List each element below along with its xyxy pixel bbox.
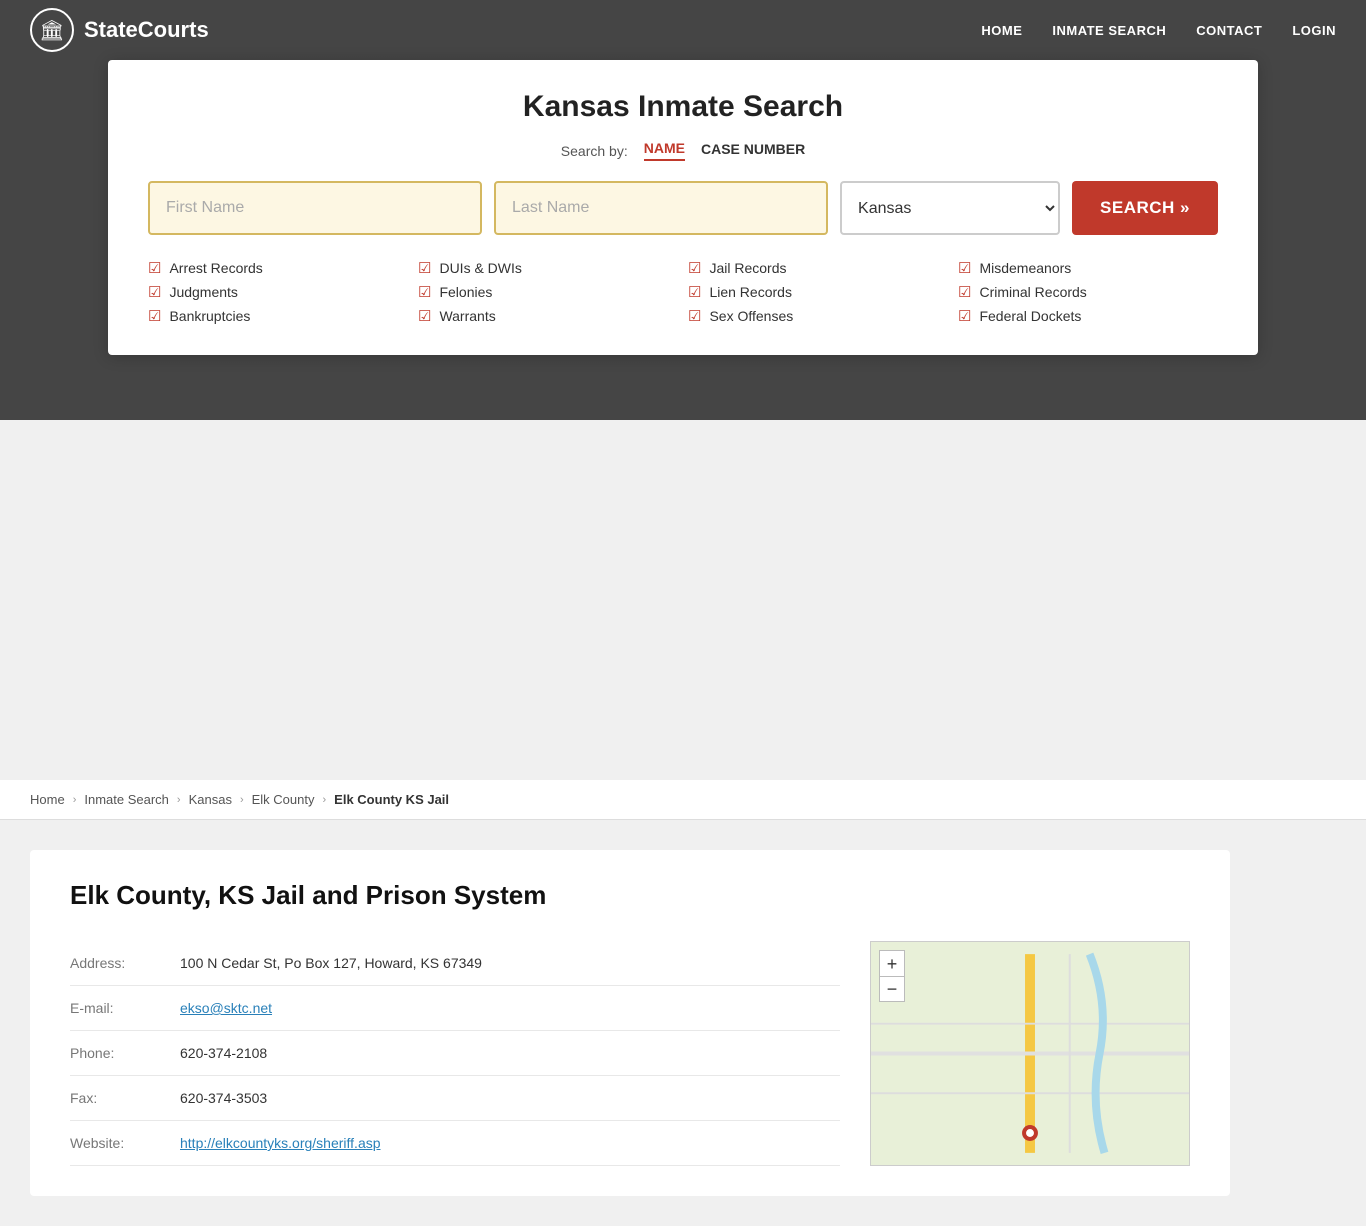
nav-inmate-search[interactable]: INMATE SEARCH [1052,23,1166,38]
checkbox-label: Federal Dockets [979,308,1081,324]
facility-info: Address: 100 N Cedar St, Po Box 127, How… [70,941,840,1166]
breadcrumb-kansas[interactable]: Kansas [189,792,232,807]
checkbox-duis: ☑ DUIs & DWIs [418,259,678,277]
checkbox-criminal-records: ☑ Criminal Records [958,283,1218,301]
check-icon: ☑ [418,283,431,301]
website-row: Website: http://elkcountyks.org/sheriff.… [70,1121,840,1166]
address-row: Address: 100 N Cedar St, Po Box 127, How… [70,941,840,986]
address-value: 100 N Cedar St, Po Box 127, Howard, KS 6… [180,955,482,971]
phone-row: Phone: 620-374-2108 [70,1031,840,1076]
checkbox-label: Sex Offenses [709,308,793,324]
first-name-input[interactable] [148,181,482,235]
content-layout: Address: 100 N Cedar St, Po Box 127, How… [70,941,1190,1166]
search-card: Kansas Inmate Search Search by: NAME CAS… [108,60,1258,355]
checkbox-label: Felonies [439,284,492,300]
check-icon: ☑ [418,307,431,325]
checkbox-warrants: ☑ Warrants [418,307,678,325]
phone-label: Phone: [70,1045,160,1061]
check-icon: ☑ [688,307,701,325]
website-link[interactable]: http://elkcountyks.org/sheriff.asp [180,1135,381,1151]
search-by-label: Search by: [561,143,628,159]
check-icon: ☑ [688,259,701,277]
checkbox-label: Warrants [439,308,495,324]
map-container: + − [870,941,1190,1166]
checkbox-misdemeanors: ☑ Misdemeanors [958,259,1218,277]
checkbox-judgments: ☑ Judgments [148,283,408,301]
check-icon: ☑ [148,259,161,277]
breadcrumb-sep-1: › [73,794,77,806]
main-content: Elk County, KS Jail and Prison System Ad… [0,820,1366,1226]
address-label: Address: [70,955,160,971]
check-icon: ☑ [958,283,971,301]
checkbox-federal-dockets: ☑ Federal Dockets [958,307,1218,325]
checkbox-label: DUIs & DWIs [439,260,521,276]
checkbox-label: Misdemeanors [979,260,1071,276]
fax-row: Fax: 620-374-3503 [70,1076,840,1121]
checkbox-label: Criminal Records [979,284,1086,300]
checkbox-label: Bankruptcies [169,308,250,324]
logo-icon: 🏛 [30,8,74,52]
checkbox-label: Lien Records [709,284,792,300]
breadcrumb-sep-3: › [240,794,244,806]
email-link[interactable]: ekso@sktc.net [180,1000,272,1016]
nav-contact[interactable]: CONTACT [1196,23,1262,38]
breadcrumb-elk-county[interactable]: Elk County [252,792,315,807]
facility-title: Elk County, KS Jail and Prison System [70,880,1190,911]
checkbox-label: Arrest Records [169,260,262,276]
brand-link[interactable]: 🏛 StateCourts [30,8,209,52]
checkbox-arrest-records: ☑ Arrest Records [148,259,408,277]
tab-name[interactable]: NAME [644,140,685,161]
check-icon: ☑ [958,307,971,325]
nav-links: HOME INMATE SEARCH CONTACT LOGIN [981,23,1336,38]
nav-login[interactable]: LOGIN [1292,23,1336,38]
checkbox-label: Jail Records [709,260,786,276]
email-label: E-mail: [70,1000,160,1016]
breadcrumb-sep-4: › [323,794,327,806]
map-zoom-out-button[interactable]: − [879,976,905,1002]
email-row: E-mail: ekso@sktc.net [70,986,840,1031]
website-label: Website: [70,1135,160,1151]
brand-name: StateCourts [84,17,209,43]
checkbox-grid: ☑ Arrest Records ☑ DUIs & DWIs ☑ Jail Re… [148,259,1218,325]
last-name-input[interactable] [494,181,828,235]
map-zoom-in-button[interactable]: + [879,950,905,976]
map-svg [871,942,1189,1165]
breadcrumb-current: Elk County KS Jail [334,792,449,807]
hero-section: COURTHOUSE 🏛 StateCourts HOME INMATE SEA… [0,0,1366,420]
phone-value: 620-374-2108 [180,1045,267,1061]
check-icon: ☑ [418,259,431,277]
check-icon: ☑ [958,259,971,277]
state-select[interactable]: Kansas [840,181,1060,235]
nav-home[interactable]: HOME [981,23,1022,38]
fax-label: Fax: [70,1090,160,1106]
check-icon: ☑ [148,307,161,325]
map-controls: + − [879,950,905,1002]
tab-case-number[interactable]: CASE NUMBER [701,141,805,160]
breadcrumb-sep-2: › [177,794,181,806]
checkbox-bankruptcies: ☑ Bankruptcies [148,307,408,325]
checkbox-label: Judgments [169,284,237,300]
check-icon: ☑ [148,283,161,301]
breadcrumb-home[interactable]: Home [30,792,65,807]
breadcrumb: Home › Inmate Search › Kansas › Elk Coun… [0,780,1366,820]
search-inputs-row: Kansas SEARCH » [148,181,1218,235]
checkbox-lien-records: ☑ Lien Records [688,283,948,301]
search-by-row: Search by: NAME CASE NUMBER [148,140,1218,161]
search-card-title: Kansas Inmate Search [148,90,1218,124]
breadcrumb-inmate-search[interactable]: Inmate Search [84,792,169,807]
checkbox-sex-offenses: ☑ Sex Offenses [688,307,948,325]
checkbox-felonies: ☑ Felonies [418,283,678,301]
content-card: Elk County, KS Jail and Prison System Ad… [30,850,1230,1196]
search-button[interactable]: SEARCH » [1072,181,1218,235]
check-icon: ☑ [688,283,701,301]
fax-value: 620-374-3503 [180,1090,267,1106]
checkbox-jail-records: ☑ Jail Records [688,259,948,277]
navbar: 🏛 StateCourts HOME INMATE SEARCH CONTACT… [0,0,1366,60]
